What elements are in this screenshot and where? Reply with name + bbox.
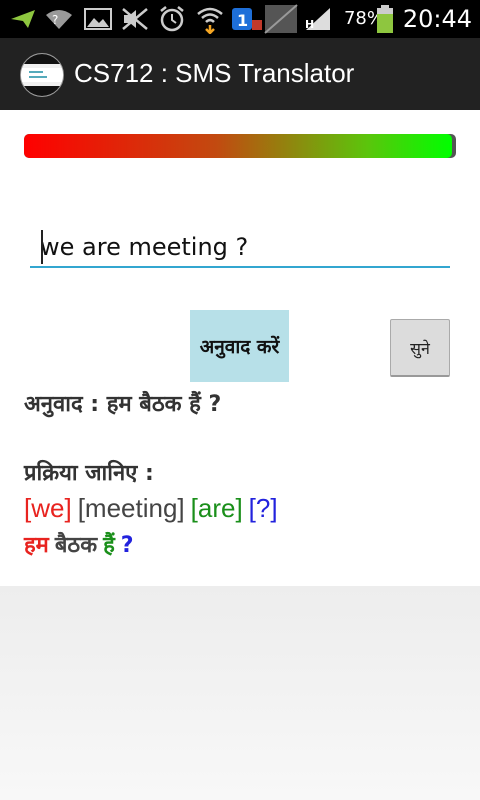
empty-background <box>0 586 480 800</box>
wifi-signal-icon <box>197 7 223 34</box>
wifi-icon: ? <box>46 10 72 29</box>
text-cursor <box>41 230 43 264</box>
english-token: [?] <box>248 493 278 523</box>
silent-icon <box>122 8 148 30</box>
alarm-icon <box>160 6 184 32</box>
english-token: [meeting] <box>77 493 185 523</box>
confidence-meter <box>24 134 456 158</box>
hindi-token: बैठक <box>54 533 98 558</box>
hindi-token-line: हम बैठक हैं? <box>24 529 134 559</box>
image-placeholder-icon <box>264 4 298 34</box>
confidence-meter-fill <box>24 134 452 158</box>
result-label: अनुवाद : <box>24 392 100 417</box>
main-content: अनुवाद करें सुने अनुवाद : हम बैठक हैं ? … <box>0 110 480 586</box>
app-icon[interactable] <box>20 53 64 97</box>
english-token-line: [we] [meeting] [are] [?] <box>24 493 278 524</box>
english-token: [are] <box>190 493 243 523</box>
download-icon: 1 <box>232 8 262 30</box>
result-text: हम बैठक हैं ? <box>106 392 222 417</box>
svg-text:H: H <box>305 18 314 31</box>
battery-icon <box>377 5 393 33</box>
hindi-token: हैं <box>103 533 115 558</box>
svg-text:?: ? <box>52 13 58 27</box>
send-icon <box>11 10 35 28</box>
image-icon <box>84 8 112 30</box>
english-token: [we] <box>24 493 72 523</box>
svg-text:1: 1 <box>237 11 248 30</box>
action-bar: CS712 : SMS Translator <box>0 38 480 112</box>
signal-icon: H <box>305 8 330 31</box>
hindi-token: ? <box>120 533 134 558</box>
status-bar: ? 1 H 78% 20:44 <box>0 0 480 38</box>
translation-result: अनुवाद : हम बैठक हैं ? <box>24 388 221 418</box>
clock: 20:44 <box>402 5 472 33</box>
hindi-token: हम <box>24 533 49 558</box>
process-heading: प्रक्रिया जानिए : <box>24 461 154 486</box>
sms-input[interactable] <box>30 228 450 268</box>
listen-button[interactable]: सुने <box>390 319 450 377</box>
app-title: CS712 : SMS Translator <box>74 58 355 88</box>
translate-button[interactable]: अनुवाद करें <box>190 310 289 382</box>
